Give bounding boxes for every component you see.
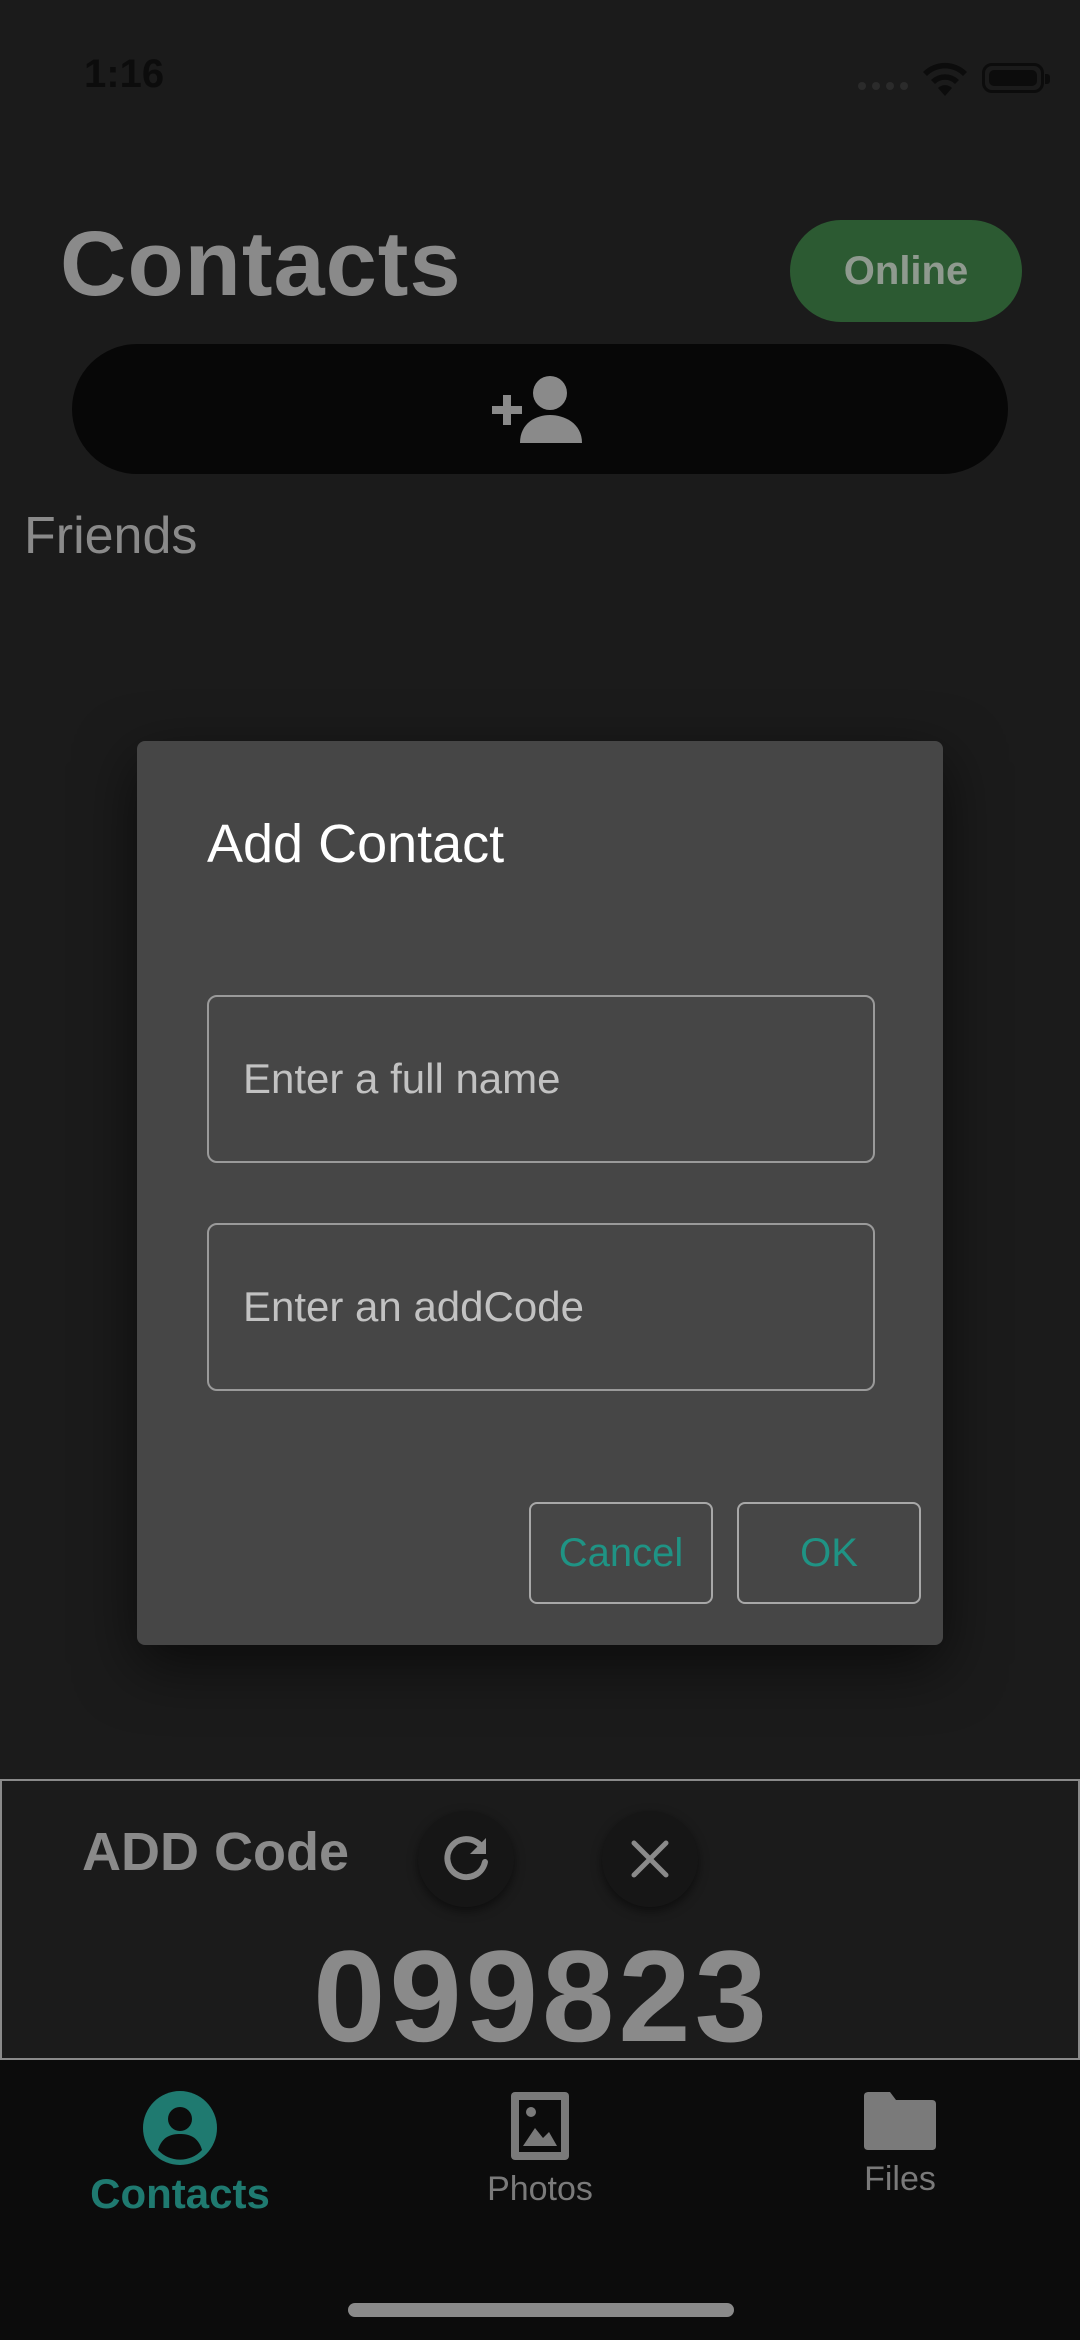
person-add-icon xyxy=(492,376,582,443)
bottom-navigation: Contacts Photos Files xyxy=(0,2060,1080,2340)
refresh-code-button[interactable] xyxy=(418,1811,514,1907)
status-time: 1:16 xyxy=(84,52,165,96)
close-code-button[interactable] xyxy=(602,1811,698,1907)
dialog-title: Add Contact xyxy=(207,814,505,874)
nav-item-photos[interactable]: Photos xyxy=(400,2090,680,2209)
add-code-value: 099823 xyxy=(313,1923,771,2069)
battery-icon xyxy=(982,63,1050,93)
page-title: Contacts xyxy=(60,213,462,315)
cellular-signal-icon xyxy=(858,82,908,90)
wifi-icon xyxy=(923,62,967,96)
ok-button[interactable]: OK xyxy=(737,1502,921,1604)
folder-icon xyxy=(864,2092,936,2150)
add-contact-dialog: Add Contact Cancel OK xyxy=(137,741,943,1645)
nav-label-photos: Photos xyxy=(487,2170,593,2208)
friends-section-label: Friends xyxy=(24,507,198,565)
cancel-button[interactable]: Cancel xyxy=(529,1502,713,1604)
nav-item-contacts[interactable]: Contacts xyxy=(40,2090,320,2218)
nav-item-files[interactable]: Files xyxy=(760,2090,1040,2199)
refresh-icon xyxy=(444,1836,488,1881)
nav-label-contacts: Contacts xyxy=(90,2170,270,2217)
account-circle-icon xyxy=(143,2091,217,2165)
home-indicator xyxy=(348,2303,734,2317)
add-contact-button[interactable] xyxy=(72,344,1008,474)
add-code-input[interactable] xyxy=(207,1223,875,1391)
full-name-input[interactable] xyxy=(207,995,875,1163)
online-status-button[interactable]: Online xyxy=(790,220,1022,322)
close-icon xyxy=(631,1840,669,1878)
add-code-panel: ADD Code 099823 xyxy=(0,1779,1080,2069)
add-code-label: ADD Code xyxy=(82,1822,349,1882)
nav-label-files: Files xyxy=(864,2160,936,2198)
photo-icon xyxy=(511,2092,569,2160)
